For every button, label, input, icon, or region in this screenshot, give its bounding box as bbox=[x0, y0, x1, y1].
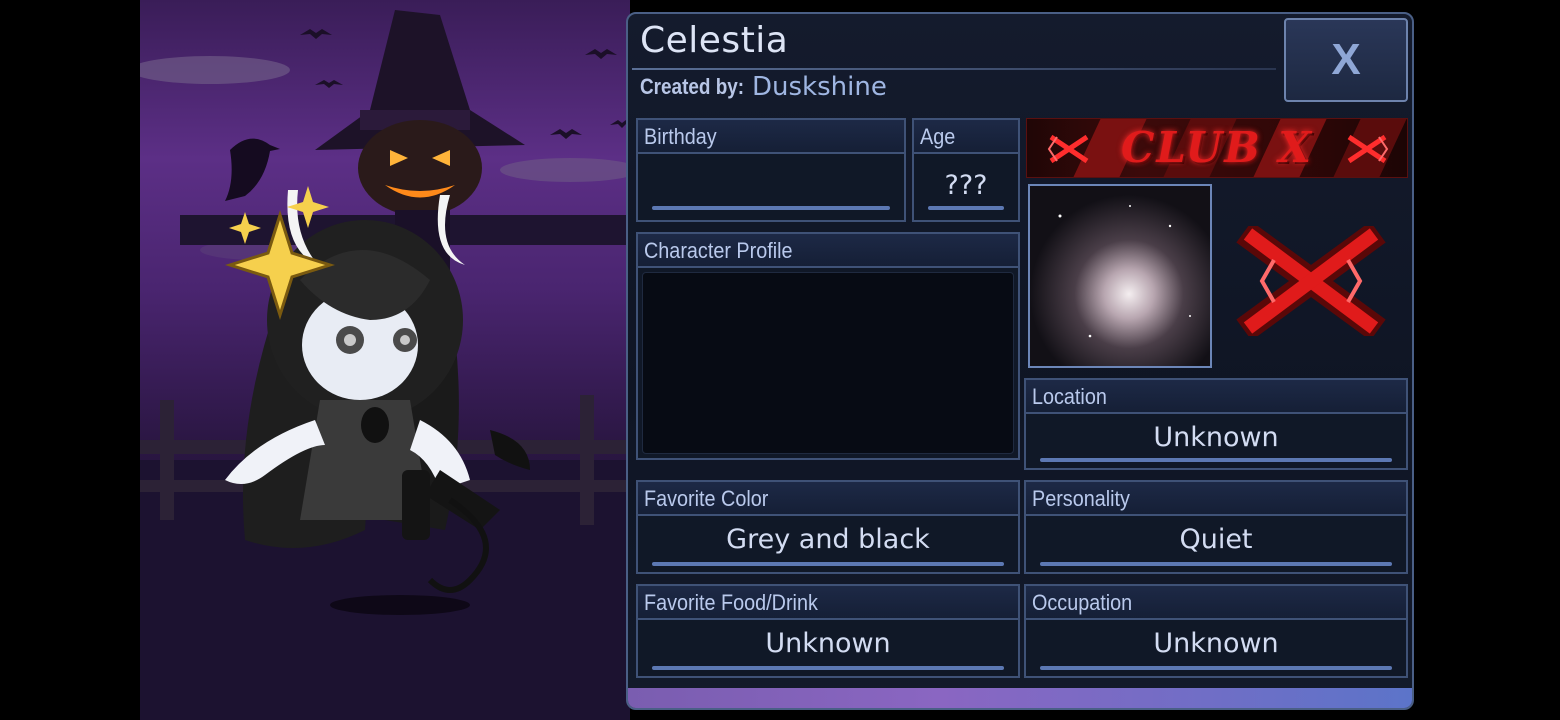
favorite-food-value: Unknown bbox=[765, 628, 891, 659]
favorite-food-underline bbox=[652, 666, 1004, 670]
galaxy-avatar-image bbox=[1028, 184, 1212, 368]
club-x-banner: CLUB X bbox=[1026, 118, 1408, 178]
location-value: Unknown bbox=[1153, 422, 1279, 453]
banner-x-right-icon bbox=[1347, 134, 1389, 164]
favorite-food-label: Favorite Food/Drink bbox=[638, 586, 1018, 620]
age-value: ??? bbox=[944, 170, 988, 201]
scene-illustration bbox=[140, 10, 630, 720]
header-divider bbox=[632, 68, 1276, 70]
favorite-color-underline bbox=[652, 562, 1004, 566]
occupation-field[interactable]: Occupation Unknown bbox=[1024, 584, 1408, 678]
favorite-color-field[interactable]: Favorite Color Grey and black bbox=[636, 480, 1020, 574]
location-field[interactable]: Location Unknown bbox=[1024, 378, 1408, 470]
occupation-underline bbox=[1040, 666, 1392, 670]
created-by-label: Created by: bbox=[640, 74, 745, 99]
creator-name: Duskshine bbox=[752, 72, 887, 102]
birthday-underline bbox=[652, 206, 890, 210]
birthday-label: Birthday bbox=[638, 120, 904, 154]
character-info-panel: Celestia Created by: Duskshine X Birthda… bbox=[626, 12, 1414, 710]
age-underline bbox=[928, 206, 1004, 210]
favorite-color-label: Favorite Color bbox=[638, 482, 1018, 516]
character-profile-field[interactable]: Character Profile bbox=[636, 232, 1020, 460]
age-label: Age bbox=[914, 120, 1018, 154]
favorite-color-value: Grey and black bbox=[726, 524, 930, 555]
occupation-value: Unknown bbox=[1153, 628, 1279, 659]
age-field[interactable]: Age ??? bbox=[912, 118, 1020, 222]
personality-underline bbox=[1040, 562, 1392, 566]
location-label: Location bbox=[1026, 380, 1406, 414]
character-name: Celestia bbox=[640, 20, 789, 61]
club-x-logo-icon bbox=[1236, 226, 1386, 336]
personality-value: Quiet bbox=[1179, 524, 1253, 555]
panel-bottom-strip bbox=[628, 688, 1412, 708]
character-profile-text[interactable] bbox=[642, 272, 1014, 454]
occupation-label: Occupation bbox=[1026, 586, 1406, 620]
favorite-food-field[interactable]: Favorite Food/Drink Unknown bbox=[636, 584, 1020, 678]
birthday-field[interactable]: Birthday bbox=[636, 118, 906, 222]
birthday-value bbox=[638, 158, 904, 198]
location-underline bbox=[1040, 458, 1392, 462]
close-button[interactable]: X bbox=[1284, 18, 1408, 102]
character-profile-label: Character Profile bbox=[638, 234, 1018, 268]
close-icon: X bbox=[1331, 35, 1361, 84]
character-scene bbox=[140, 0, 630, 720]
personality-label: Personality bbox=[1026, 482, 1406, 516]
personality-field[interactable]: Personality Quiet bbox=[1024, 480, 1408, 574]
